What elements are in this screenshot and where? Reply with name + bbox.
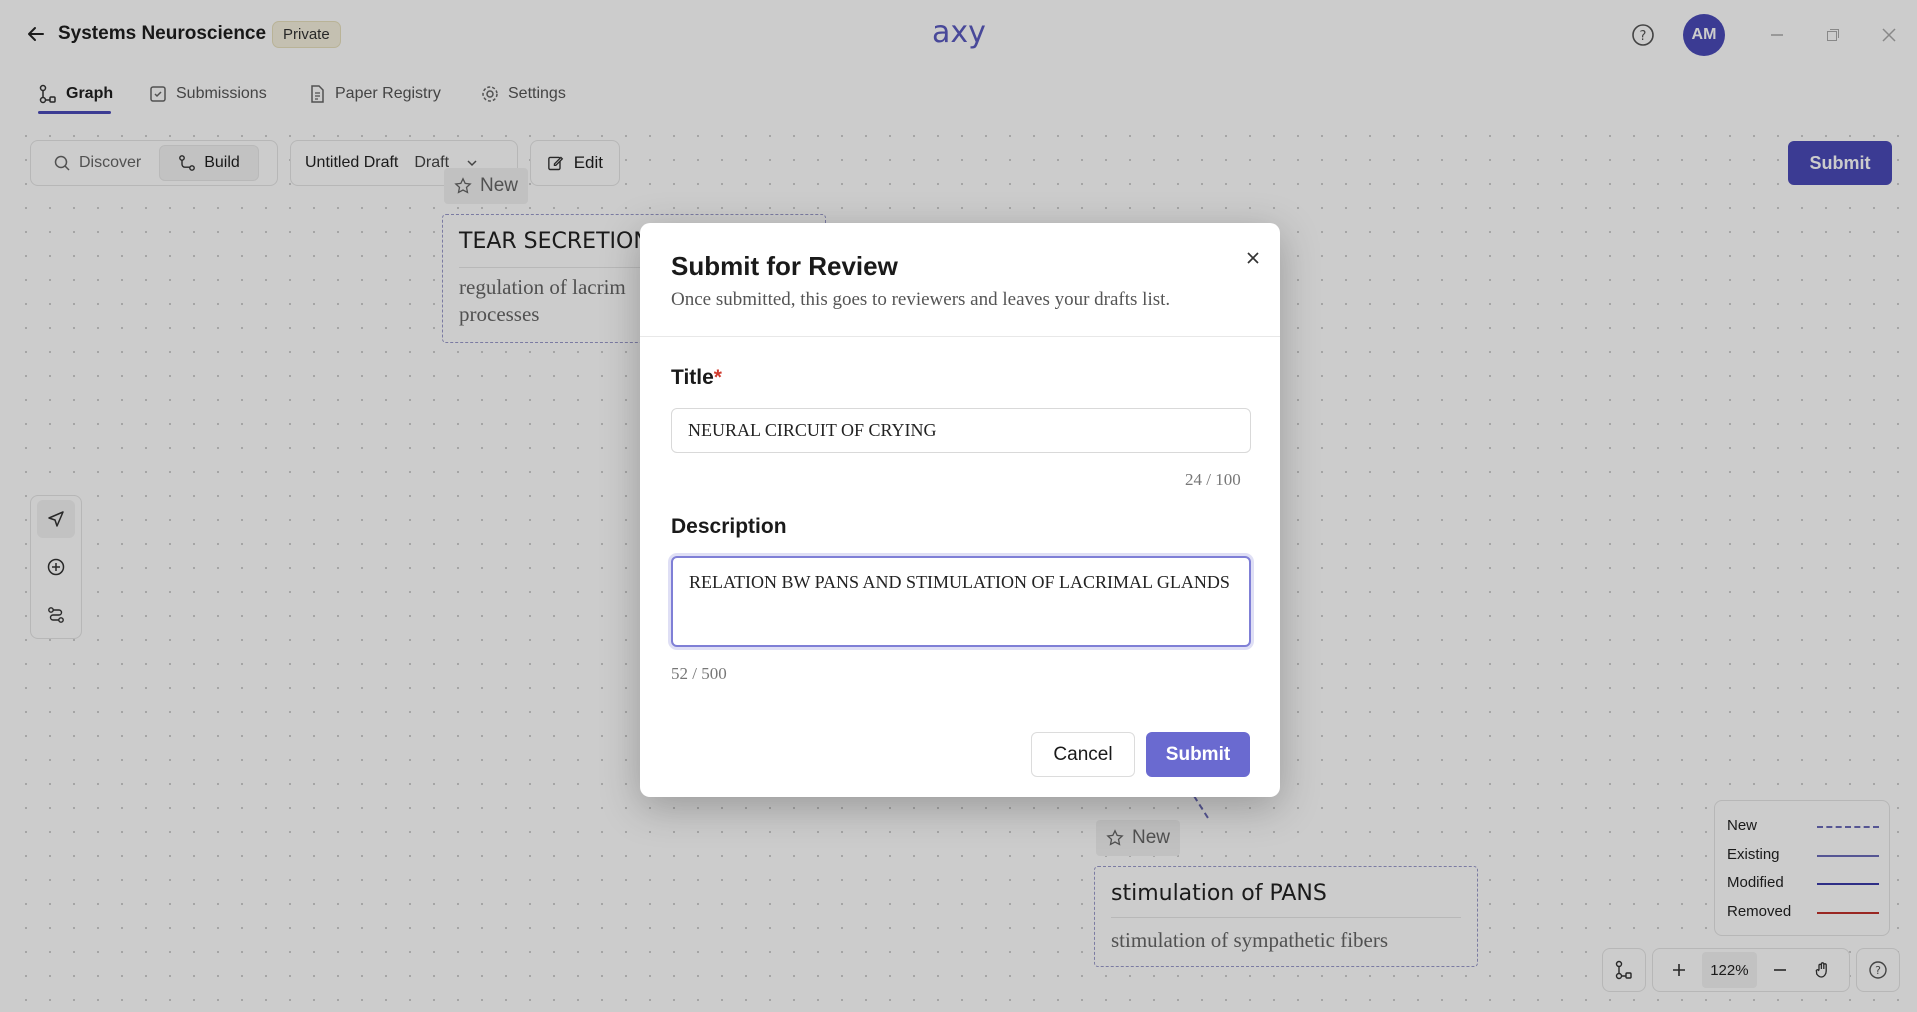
cancel-button[interactable]: Cancel xyxy=(1031,732,1135,777)
title-field-label: Title* xyxy=(671,366,722,390)
close-icon[interactable] xyxy=(1238,243,1268,273)
description-field-label: Description xyxy=(671,515,787,538)
description-char-counter: 52 / 500 xyxy=(671,664,727,683)
title-char-counter: 24 / 100 xyxy=(1185,470,1241,489)
title-label-text: Title xyxy=(671,366,714,389)
submit-review-dialog: Submit for Review Once submitted, this g… xyxy=(640,223,1280,797)
dialog-subtitle: Once submitted, this goes to reviewers a… xyxy=(671,289,1171,310)
title-input[interactable]: NEURAL CIRCUIT OF CRYING xyxy=(671,408,1251,453)
dialog-title: Submit for Review xyxy=(671,251,898,281)
dialog-divider xyxy=(640,336,1280,337)
description-textarea[interactable]: RELATION BW PANS AND STIMULATION OF LACR… xyxy=(671,556,1251,647)
submit-button[interactable]: Submit xyxy=(1146,732,1250,777)
required-mark: * xyxy=(713,366,722,389)
